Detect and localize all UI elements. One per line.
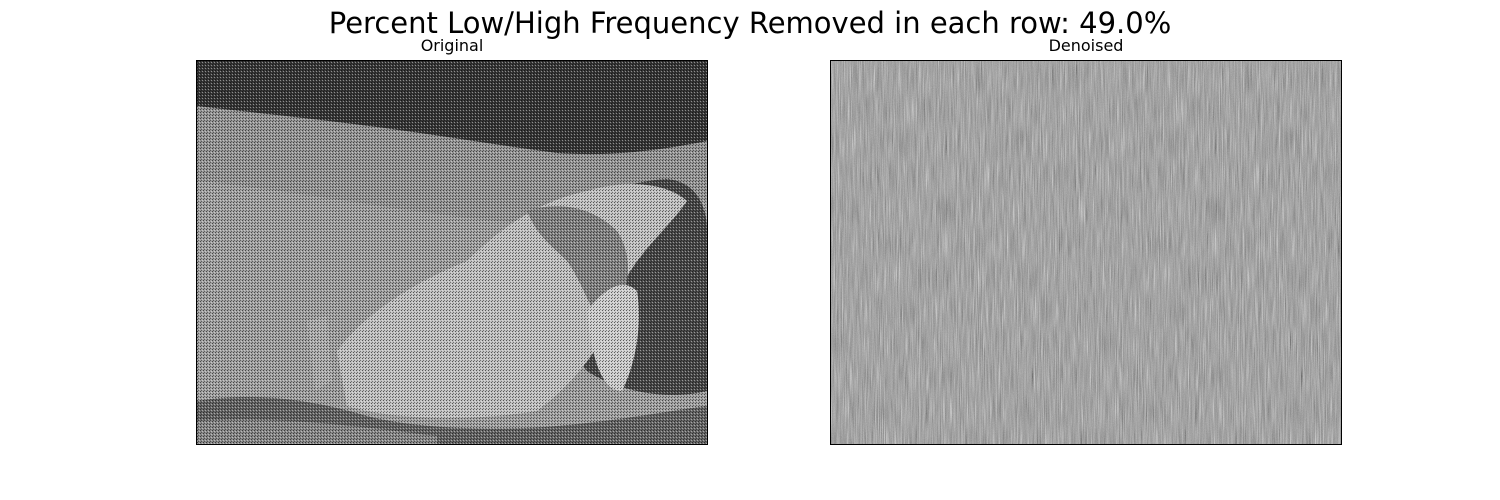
original-moon-rock-image: [197, 61, 707, 444]
original-image-panel: [196, 60, 708, 445]
denoised-image-panel: [830, 60, 1342, 445]
original-panel-title: Original: [420, 36, 484, 55]
denoised-panel-title: Denoised: [1048, 36, 1124, 55]
denoised-noise-image: [831, 61, 1341, 444]
